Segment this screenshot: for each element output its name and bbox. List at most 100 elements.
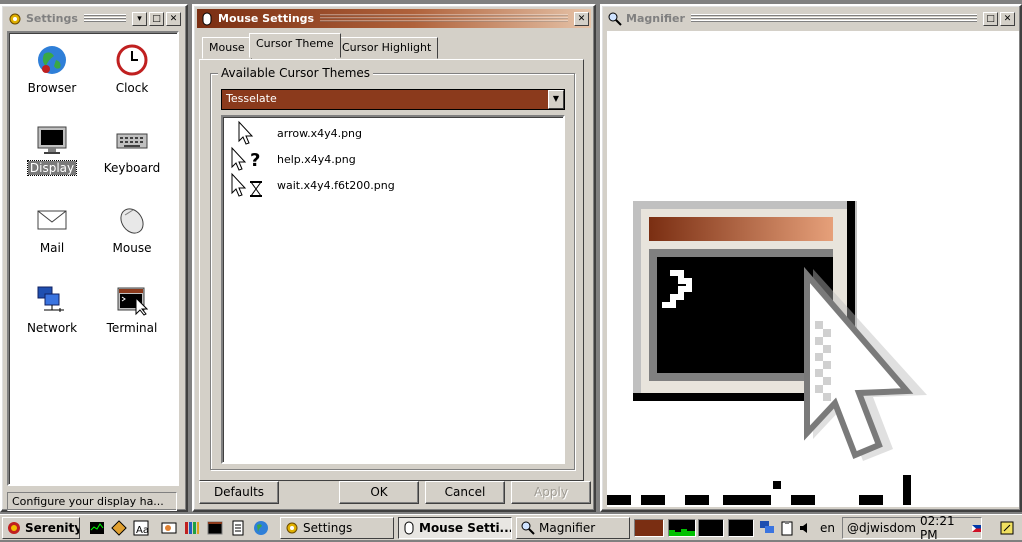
titlebar-pattern [690, 14, 977, 23]
tab-label: Mouse [209, 41, 245, 54]
settings-titlebar[interactable]: Settings ▾ □ ✕ [5, 9, 183, 28]
taskbar-window-settings[interactable]: Settings [280, 517, 394, 539]
magnified-terminal-image [607, 201, 927, 505]
network-graph-2[interactable] [728, 519, 754, 537]
app-label: Keyboard [103, 161, 161, 175]
mouse-settings-titlebar[interactable]: Mouse Settings ✕ [197, 9, 591, 28]
cursor-theme-select[interactable]: Tesselate ▼ [221, 89, 565, 110]
text-editor-icon[interactable] [229, 519, 247, 537]
keyboard-layout[interactable]: en [820, 521, 835, 535]
app-browser[interactable]: Browser [12, 43, 92, 95]
svg-text:Aa: Aa [136, 525, 149, 536]
font-editor-icon[interactable]: Aa [132, 519, 150, 537]
cursor-file-name: wait.x4y4.f6t200.png [277, 178, 395, 192]
app-keyboard[interactable]: Keyboard [92, 123, 172, 175]
network-graph-1[interactable] [698, 519, 724, 537]
titlebar-pattern [83, 14, 126, 23]
browser-globe-icon[interactable] [252, 519, 270, 537]
settings-window: Settings ▾ □ ✕ Browser Clock Display Key… [0, 4, 188, 512]
notes-icon[interactable] [998, 519, 1016, 537]
window-title: Mouse Settings [218, 12, 315, 25]
app-mail[interactable]: Mail [12, 203, 92, 255]
maximize-button[interactable]: □ [983, 11, 998, 26]
app-label: Clock [115, 81, 149, 95]
clock-time: 02:21 PM [920, 514, 955, 542]
start-button[interactable]: Serenity [2, 517, 80, 539]
monitor-icon [35, 123, 69, 157]
tab-cursor-highlight[interactable]: Cursor Highlight [335, 37, 439, 59]
close-button[interactable]: ✕ [166, 11, 181, 26]
serenity-logo-icon [7, 521, 21, 535]
settings-gear-icon [8, 12, 22, 26]
flag-icon [972, 524, 981, 532]
books-icon[interactable] [183, 519, 201, 537]
terminal-icon[interactable] [206, 519, 224, 537]
list-item[interactable]: ? help.x4y4.png [229, 146, 356, 172]
settings-gear-icon [285, 521, 299, 535]
tab-label: Cursor Theme [256, 37, 334, 50]
taskbar-window-label: Settings [303, 521, 353, 535]
tab-cursor-theme[interactable]: Cursor Theme [249, 33, 341, 58]
magnified-view [607, 31, 1019, 507]
close-button[interactable]: ✕ [1000, 11, 1015, 26]
clock-icon [115, 43, 149, 77]
cursor-file-list[interactable]: arrow.x4y4.png ? help.x4y4.png wait.x4y4… [221, 115, 565, 464]
taskbar-window-label: Mouse Setti... [419, 521, 512, 535]
app-terminal[interactable]: Terminal [92, 283, 172, 335]
start-label: Serenity [25, 521, 80, 535]
cursor-theme-panel: Available Cursor Themes Tesselate ▼ arro… [199, 59, 584, 481]
mouse-icon [200, 12, 214, 26]
wait-cursor-icon [229, 172, 271, 198]
cursor-themes-group: Available Cursor Themes Tesselate ▼ arro… [210, 66, 575, 470]
group-label: Available Cursor Themes [218, 66, 374, 80]
cancel-button[interactable]: Cancel [425, 481, 505, 504]
close-button[interactable]: ✕ [574, 11, 589, 26]
browser-globe-icon [35, 43, 69, 77]
list-item[interactable]: arrow.x4y4.png [229, 120, 362, 146]
themes-icon[interactable] [110, 519, 128, 537]
titlebar-pattern [320, 14, 568, 23]
system-monitor-icon[interactable] [88, 519, 106, 537]
clipboard-icon[interactable] [778, 519, 796, 537]
speaker-icon[interactable] [796, 519, 814, 537]
memory-graph[interactable] [668, 519, 696, 537]
envelope-icon [35, 203, 69, 237]
magnifier-titlebar[interactable]: Magnifier □ ✕ [605, 9, 1017, 28]
taskbar-window-magnifier[interactable]: Magnifier [516, 517, 630, 539]
app-label: Mouse [112, 241, 152, 255]
keyboard-icon [115, 123, 149, 157]
list-item[interactable]: wait.x4y4.f6t200.png [229, 172, 395, 198]
minimize-button[interactable]: ▾ [132, 11, 147, 26]
window-title: Magnifier [626, 12, 685, 25]
image-viewer-icon[interactable] [160, 519, 178, 537]
maximize-button[interactable]: □ [149, 11, 164, 26]
tab-mouse[interactable]: Mouse [202, 37, 252, 59]
cursor-file-name: help.x4y4.png [277, 152, 356, 166]
help-cursor-icon: ? [229, 146, 271, 172]
mouse-settings-window: Mouse Settings ✕ Mouse Cursor Theme Curs… [192, 4, 596, 512]
cursor-file-name: arrow.x4y4.png [277, 126, 363, 140]
ok-button[interactable]: OK [339, 481, 419, 504]
username: @djwisdom [847, 521, 916, 535]
app-display[interactable]: Display [12, 123, 92, 176]
app-label: Terminal [106, 321, 158, 335]
taskbar-window-mouse-settings[interactable]: Mouse Setti... [398, 517, 512, 539]
settings-app-grid: Browser Clock Display Keyboard Mail Mous… [7, 31, 179, 486]
chevron-down-icon[interactable]: ▼ [548, 90, 564, 109]
apply-button: Apply [511, 481, 591, 504]
app-label: Browser [27, 81, 77, 95]
defaults-button[interactable]: Defaults [199, 481, 279, 504]
mouse-icon [115, 203, 149, 237]
cpu-graph[interactable] [634, 519, 664, 537]
taskbar-window-label: Magnifier [539, 521, 596, 535]
network-icon[interactable] [758, 519, 776, 537]
app-label: Display [26, 160, 78, 176]
app-network[interactable]: Network [12, 283, 92, 335]
clock-area[interactable]: @djwisdom 02:21 PM [842, 514, 982, 542]
taskbar: Serenity Aa Settings Mouse Setti... Magn… [0, 514, 1022, 542]
app-clock[interactable]: Clock [92, 43, 172, 95]
app-mouse[interactable]: Mouse [92, 203, 172, 255]
arrow-cursor-icon [229, 120, 271, 146]
tab-label: Cursor Highlight [342, 41, 432, 54]
selected-theme: Tesselate [226, 92, 277, 105]
